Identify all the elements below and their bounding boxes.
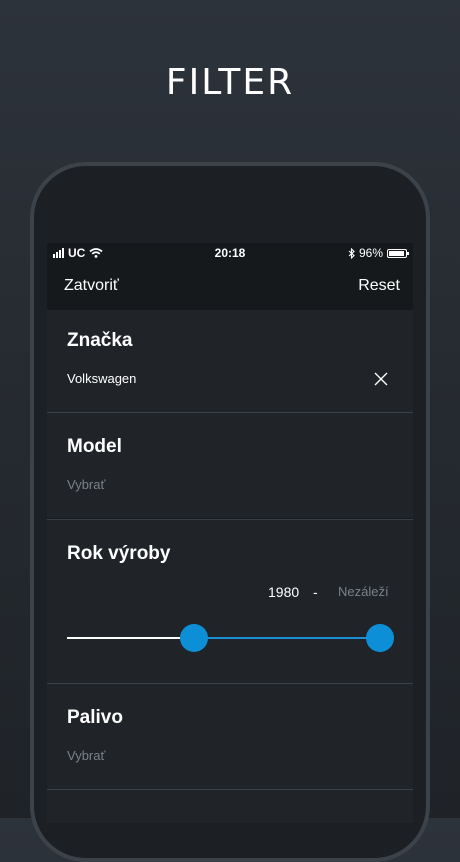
next-filter[interactable] xyxy=(47,790,413,823)
model-filter[interactable]: Model Vybrať xyxy=(47,413,413,518)
slider-max-handle[interactable] xyxy=(366,624,394,652)
brand-filter[interactable]: Značka Volkswagen xyxy=(47,310,413,412)
promo-title: FILTER xyxy=(165,62,295,103)
model-placeholder: Vybrať xyxy=(67,477,106,492)
year-separator: - xyxy=(313,584,318,600)
fuel-filter[interactable]: Palivo Vybrať xyxy=(47,684,413,789)
status-right: 96% xyxy=(348,246,409,260)
year-title: Rok výroby xyxy=(67,543,171,564)
model-title: Model xyxy=(67,436,122,457)
slider-track-inactive xyxy=(67,637,194,639)
status-bar: UC 20:18 96% xyxy=(47,243,413,263)
close-button[interactable]: Zatvoriť xyxy=(64,277,119,295)
battery-level xyxy=(389,250,405,256)
fuel-placeholder: Vybrať xyxy=(67,748,106,763)
brand-value: Volkswagen xyxy=(67,371,137,386)
nav-bar: Zatvoriť Reset xyxy=(47,275,413,299)
reset-button[interactable]: Reset xyxy=(358,277,400,295)
year-to: Nezáleží xyxy=(338,584,389,599)
slider-track-active xyxy=(194,637,380,639)
brand-title: Značka xyxy=(67,330,133,351)
bluetooth-icon xyxy=(348,247,355,259)
slider-min-handle[interactable] xyxy=(180,624,208,652)
clear-brand-icon[interactable] xyxy=(374,372,388,386)
battery-icon xyxy=(387,248,409,258)
app-screen: UC 20:18 96% Zatvoriť Reset Značka Volks… xyxy=(47,243,413,823)
year-filter: Rok výroby 1980 - Nezáleží xyxy=(47,520,413,683)
fuel-title: Palivo xyxy=(67,707,123,728)
year-from: 1980 xyxy=(268,584,300,600)
battery-percent: 96% xyxy=(358,246,383,260)
